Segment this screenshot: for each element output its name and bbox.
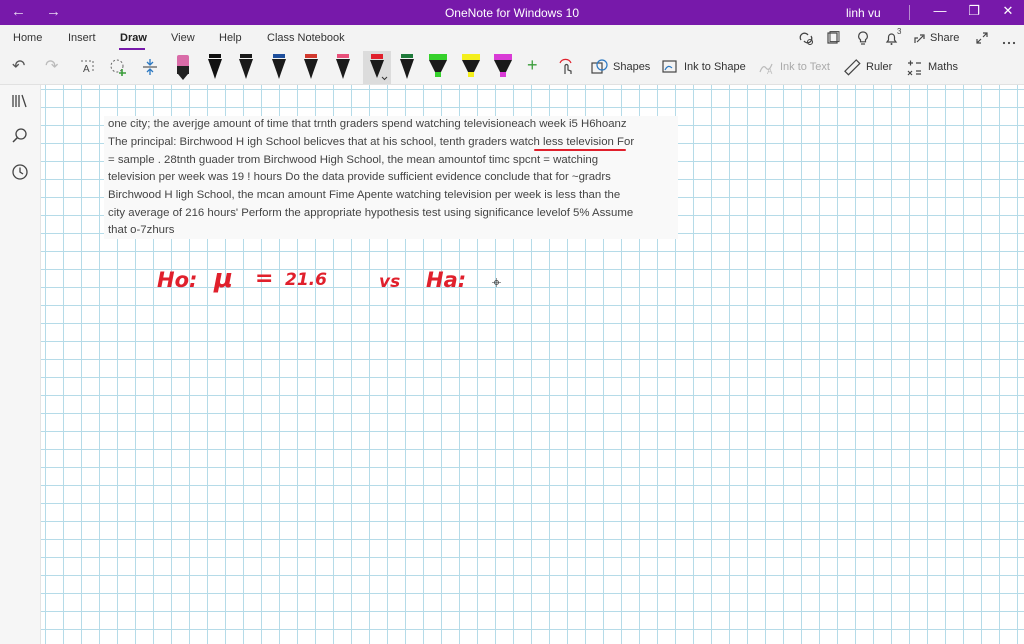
shapes-button[interactable]: Shapes: [613, 61, 650, 73]
ink-vs: vs: [379, 272, 401, 292]
maths-icon[interactable]: [905, 58, 923, 76]
problem-line-4: television per week was 19 ! hours Do th…: [108, 171, 611, 183]
restore-icon[interactable]: ❐: [964, 3, 984, 19]
problem-line-6: city average of 216 hours' Perform the a…: [108, 207, 634, 219]
pages-icon[interactable]: [826, 31, 840, 45]
ink-mu-symbol: μ: [214, 264, 234, 294]
ruler-icon[interactable]: [843, 58, 861, 76]
ribbon-tabs: Home Insert Draw View Help Class Noteboo…: [0, 25, 1024, 51]
tab-insert[interactable]: Insert: [68, 32, 96, 44]
sync-icon[interactable]: [798, 31, 814, 45]
notification-count: 3: [897, 27, 902, 36]
insert-space-icon[interactable]: [141, 57, 159, 77]
tab-class-notebook[interactable]: Class Notebook: [267, 32, 345, 44]
problem-line-7: that o-7zhurs: [108, 224, 175, 236]
lasso-select-icon[interactable]: A: [78, 58, 96, 76]
minimize-icon[interactable]: —: [930, 3, 950, 18]
problem-line-5: Birchwood H ligh School, the mcan amount…: [108, 189, 621, 201]
ink-to-text-icon[interactable]: A: [757, 58, 775, 76]
ink-equals-sign: =: [255, 266, 274, 291]
ink-value: 21.6: [285, 270, 327, 290]
ink-underline-stroke: [534, 149, 626, 151]
ink-to-shape-button[interactable]: Ink to Shape: [684, 61, 746, 73]
pen-cursor-icon: [492, 278, 501, 287]
shapes-icon[interactable]: [590, 58, 608, 76]
ruler-button[interactable]: Ruler: [866, 61, 892, 73]
problem-line-1: one city; the averjge amount of time tha…: [108, 118, 627, 130]
more-options-icon[interactable]: [1002, 31, 1016, 45]
add-pen-icon[interactable]: +: [527, 55, 538, 76]
highlighter-green[interactable]: [426, 52, 450, 82]
svg-text:A: A: [83, 64, 90, 75]
left-navigation: [0, 85, 41, 644]
pen-red-selected[interactable]: [366, 52, 390, 83]
pen-blue[interactable]: [268, 52, 290, 82]
tab-draw[interactable]: Draw: [120, 32, 147, 44]
share-icon[interactable]: [913, 31, 927, 45]
undo-icon[interactable]: ↶: [12, 56, 25, 76]
highlighter-yellow[interactable]: [459, 52, 483, 82]
ink-to-text-button[interactable]: Ink to Text: [780, 61, 830, 73]
user-name[interactable]: linh vu: [846, 6, 881, 20]
notebooks-icon[interactable]: [11, 93, 29, 109]
pen-pink-marker[interactable]: [172, 52, 194, 82]
ink-to-shape-icon[interactable]: [661, 58, 679, 76]
add-space-icon[interactable]: [109, 58, 129, 78]
recent-notes-icon[interactable]: [11, 163, 29, 181]
tab-home[interactable]: Home: [13, 32, 42, 44]
active-tab-indicator: [119, 48, 145, 50]
title-separator: [909, 5, 910, 20]
pen-pink[interactable]: [332, 52, 354, 82]
problem-line-3: = sample . 28tnth guader trom Birchwood …: [108, 154, 599, 166]
maths-button[interactable]: Maths: [928, 61, 958, 73]
title-bar: ← → OneNote for Windows 10 linh vu — ❐ ✕: [0, 0, 1024, 25]
pen-dark[interactable]: [235, 52, 257, 82]
tab-view[interactable]: View: [171, 32, 195, 44]
close-icon[interactable]: ✕: [998, 3, 1018, 19]
pen-black[interactable]: [204, 52, 226, 82]
expand-icon[interactable]: [975, 31, 989, 45]
lightbulb-icon[interactable]: [856, 30, 870, 46]
ink-h0-label: Ho:: [157, 268, 198, 292]
ink-ha-label: Ha:: [426, 268, 467, 292]
pen-green[interactable]: [396, 52, 418, 82]
pen-red-orange[interactable]: [300, 52, 322, 82]
share-button[interactable]: Share: [930, 32, 959, 44]
tab-help[interactable]: Help: [219, 32, 242, 44]
highlighter-magenta[interactable]: [491, 52, 515, 82]
problem-line-2: The principal: Birchwood H igh School be…: [108, 136, 635, 148]
touch-draw-icon[interactable]: [557, 58, 575, 76]
redo-icon[interactable]: ↷: [45, 56, 58, 76]
svg-text:A: A: [767, 67, 773, 76]
search-icon[interactable]: [11, 127, 29, 145]
